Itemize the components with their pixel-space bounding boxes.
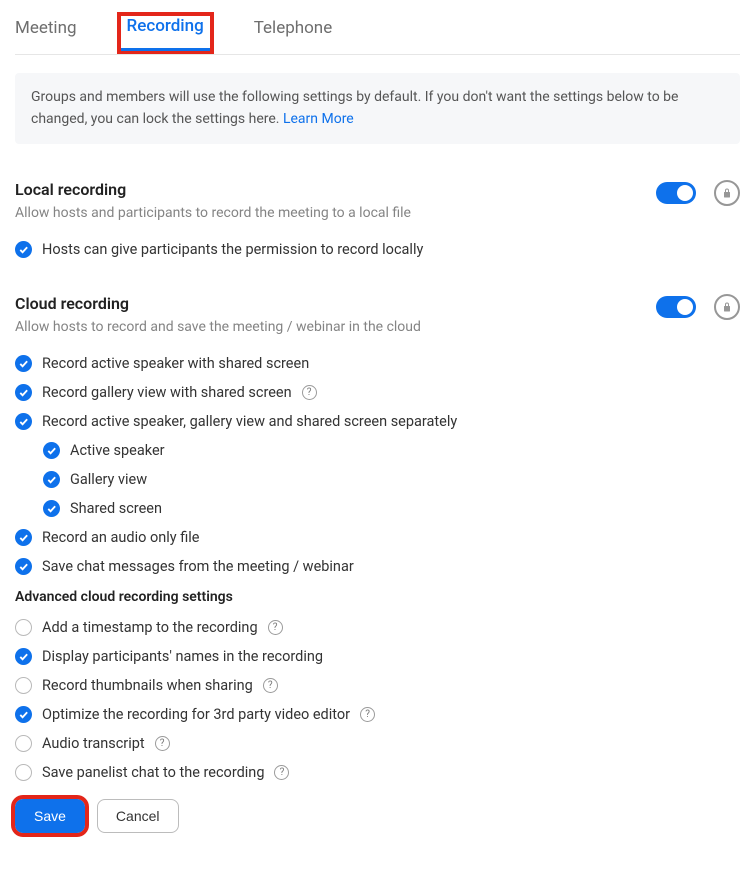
local-recording-lock-icon[interactable] (714, 180, 740, 206)
checkbox-save-chat[interactable] (15, 558, 32, 575)
learn-more-link[interactable]: Learn More (283, 111, 354, 127)
label-thumbnails: Record thumbnails when sharing (42, 677, 253, 694)
label-sub-active-speaker: Active speaker (70, 442, 165, 459)
tab-recording[interactable]: Recording (117, 12, 214, 54)
checkbox-hosts-permission[interactable] (15, 241, 32, 258)
cloud-recording-toggle[interactable] (656, 296, 696, 318)
tab-telephone[interactable]: Telephone (254, 18, 333, 54)
settings-tabs: Meeting Recording Telephone (15, 0, 740, 55)
checkbox-optimize[interactable] (15, 706, 32, 723)
help-icon[interactable]: ? (274, 765, 289, 780)
checkbox-gallery-shared[interactable] (15, 384, 32, 401)
label-sub-shared: Shared screen (70, 500, 162, 517)
checkbox-thumbnails[interactable] (15, 677, 32, 694)
tab-meeting[interactable]: Meeting (15, 18, 77, 54)
cloud-recording-lock-icon[interactable] (714, 294, 740, 320)
label-audio-only: Record an audio only file (42, 529, 200, 546)
local-recording-title: Local recording (15, 180, 656, 199)
cloud-recording-title: Cloud recording (15, 294, 656, 313)
label-active-speaker-shared: Record active speaker with shared screen (42, 355, 309, 372)
local-recording-toggle[interactable] (656, 182, 696, 204)
save-button[interactable]: Save (15, 799, 85, 833)
checkbox-timestamp[interactable] (15, 619, 32, 636)
help-icon[interactable]: ? (302, 385, 317, 400)
checkbox-audio-only[interactable] (15, 529, 32, 546)
checkbox-panelist-chat[interactable] (15, 764, 32, 781)
help-icon[interactable]: ? (155, 736, 170, 751)
cloud-recording-desc: Allow hosts to record and save the meeti… (15, 319, 656, 335)
label-names: Display participants' names in the recor… (42, 648, 323, 665)
label-gallery-shared: Record gallery view with shared screen (42, 384, 292, 401)
checkbox-audio-transcript[interactable] (15, 735, 32, 752)
info-text: Groups and members will use the followin… (31, 89, 678, 127)
info-banner: Groups and members will use the followin… (15, 73, 740, 144)
advanced-heading: Advanced cloud recording settings (15, 589, 740, 605)
label-audio-transcript: Audio transcript (42, 735, 145, 752)
section-local-recording: Local recording Allow hosts and particip… (15, 180, 740, 258)
label-timestamp: Add a timestamp to the recording (42, 619, 258, 636)
label-panelist-chat: Save panelist chat to the recording (42, 764, 264, 781)
checkbox-sub-shared[interactable] (43, 500, 60, 517)
label-optimize: Optimize the recording for 3rd party vid… (42, 706, 350, 723)
help-icon[interactable]: ? (263, 678, 278, 693)
button-row: Save Cancel (15, 799, 740, 833)
section-cloud-recording: Cloud recording Allow hosts to record an… (15, 294, 740, 833)
checkbox-names[interactable] (15, 648, 32, 665)
checkbox-sub-gallery[interactable] (43, 471, 60, 488)
checkbox-separate[interactable] (15, 413, 32, 430)
cancel-button[interactable]: Cancel (97, 799, 179, 833)
label-sub-gallery: Gallery view (70, 471, 147, 488)
local-recording-desc: Allow hosts and participants to record t… (15, 205, 656, 221)
help-icon[interactable]: ? (360, 707, 375, 722)
label-hosts-permission: Hosts can give participants the permissi… (42, 241, 423, 258)
checkbox-sub-active-speaker[interactable] (43, 442, 60, 459)
checkbox-active-speaker-shared[interactable] (15, 355, 32, 372)
label-save-chat: Save chat messages from the meeting / we… (42, 558, 354, 575)
help-icon[interactable]: ? (268, 620, 283, 635)
label-separate: Record active speaker, gallery view and … (42, 413, 457, 430)
